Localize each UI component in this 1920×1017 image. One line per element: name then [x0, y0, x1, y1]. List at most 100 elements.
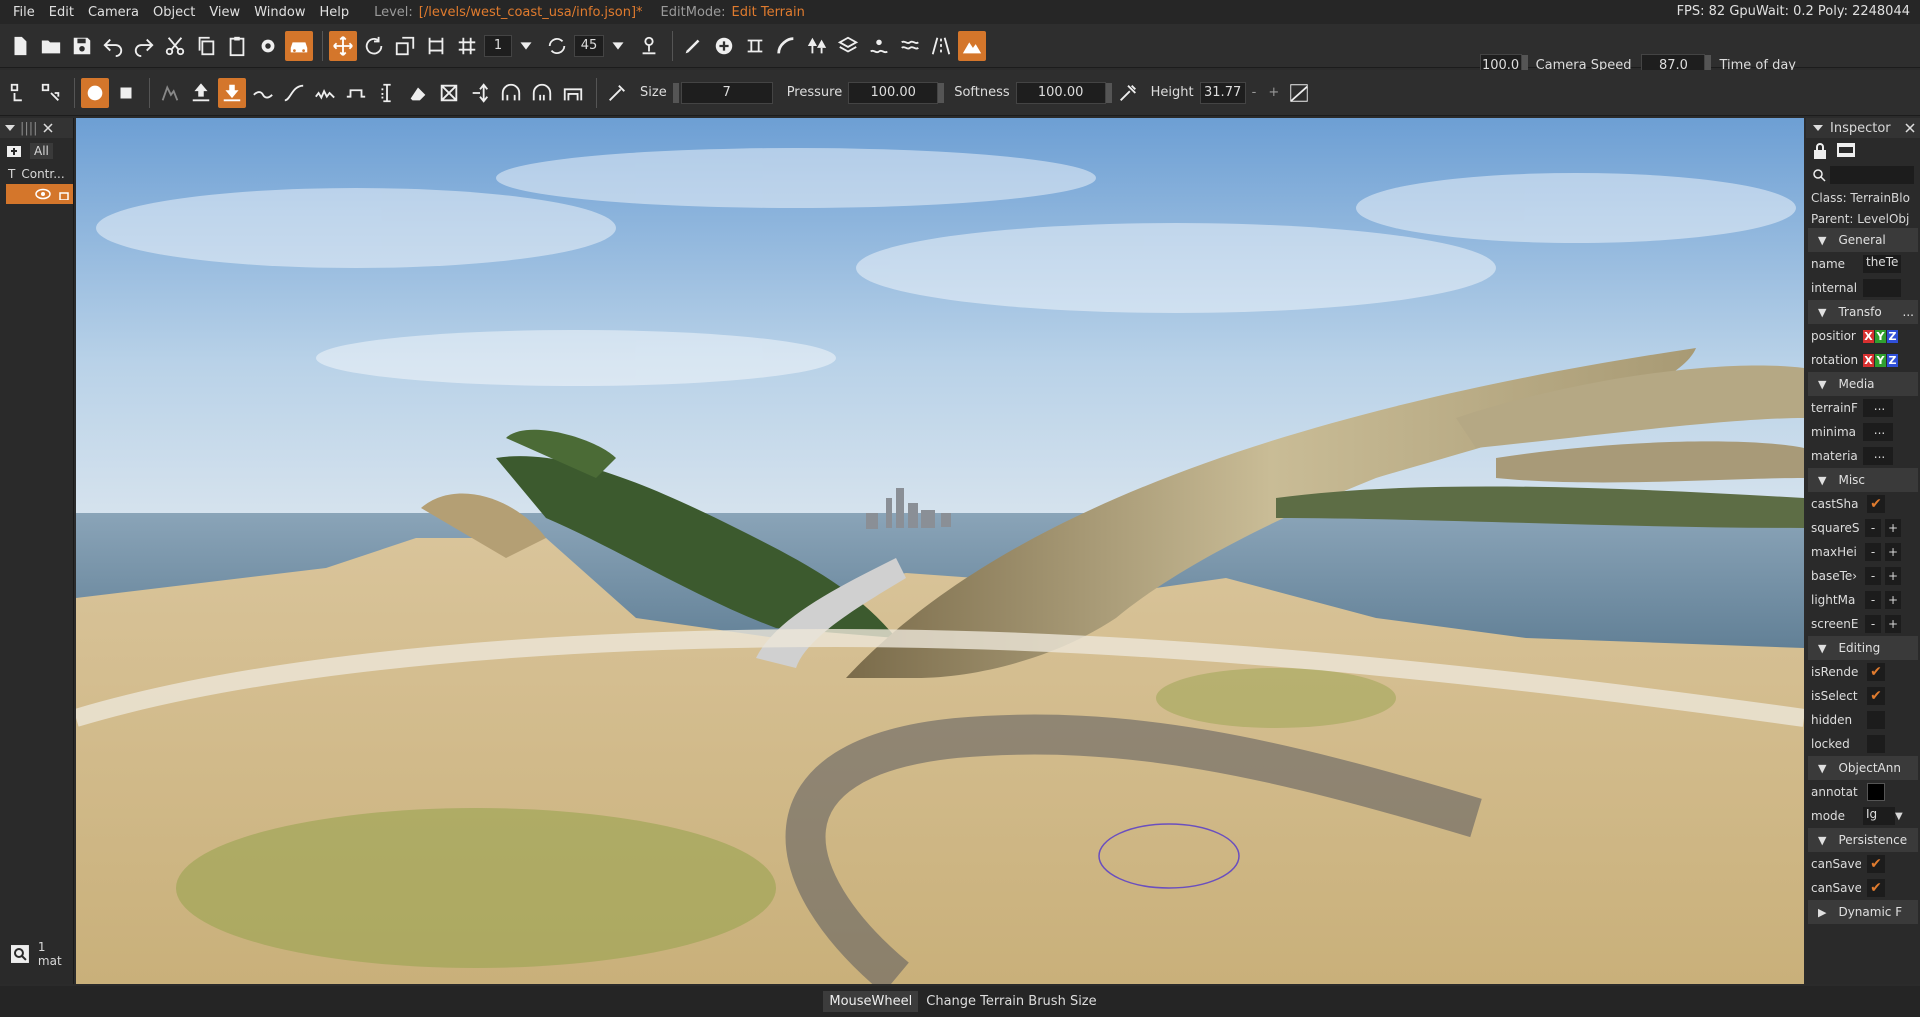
screenerr-decrease[interactable]: - — [1865, 615, 1881, 633]
collapse-icon[interactable] — [1812, 122, 1824, 134]
menu-camera[interactable]: Camera — [81, 5, 146, 20]
move-gizmo-icon[interactable] — [329, 30, 357, 61]
adjust-height-icon[interactable] — [466, 78, 494, 108]
add-group-icon[interactable] — [6, 143, 22, 159]
height-input[interactable]: 31.77 — [1199, 81, 1246, 104]
forest-icon[interactable] — [803, 31, 831, 61]
save-icon[interactable] — [68, 31, 96, 61]
squaresize-increase[interactable]: + — [1885, 519, 1901, 537]
section-media[interactable]: ▼ Media — [1808, 372, 1918, 396]
field-internal-input[interactable] — [1863, 279, 1901, 297]
menu-file[interactable]: File — [6, 5, 42, 20]
material-button[interactable]: ... — [1863, 447, 1893, 465]
tree-row[interactable]: T Contr... — [0, 164, 73, 184]
softness-input[interactable]: 100.00 — [1015, 81, 1106, 104]
locked-checkbox[interactable] — [1867, 735, 1885, 753]
restore-terrain-icon[interactable] — [435, 78, 463, 108]
rotate-gizmo-icon[interactable] — [360, 31, 388, 61]
drop-to-ground-icon[interactable] — [635, 31, 663, 61]
scale-gizmo-icon[interactable] — [391, 31, 419, 61]
pressure-slider[interactable] — [938, 82, 945, 103]
castshadows-checkbox[interactable]: ✔ — [1867, 495, 1885, 513]
chevron-down-icon[interactable] — [604, 31, 632, 61]
river-icon[interactable] — [865, 31, 893, 61]
redo-icon[interactable] — [130, 31, 158, 61]
rotate-snap-icon[interactable] — [543, 31, 571, 61]
paste-icon[interactable] — [223, 31, 251, 61]
add-grid-icon[interactable] — [37, 78, 65, 108]
close-icon[interactable] — [42, 122, 54, 134]
section-misc[interactable]: ▼ Misc — [1808, 468, 1918, 492]
minimap-button[interactable]: ... — [1863, 423, 1893, 441]
terrain-arch2-icon[interactable] — [528, 78, 556, 108]
section-transform[interactable]: ▼ Transfo... — [1808, 300, 1918, 324]
smooth-icon[interactable] — [249, 78, 277, 108]
position-axes[interactable]: XYZ — [1863, 329, 1898, 343]
section-general[interactable]: ▼ General — [1808, 228, 1918, 252]
settings-gear-icon[interactable] — [254, 31, 282, 61]
3d-viewport[interactable] — [76, 118, 1804, 984]
isrender-checkbox[interactable]: ✔ — [1867, 663, 1885, 681]
section-dynamic-fields[interactable]: ▶ Dynamic F — [1808, 900, 1918, 924]
terrain-editor-icon[interactable] — [958, 30, 986, 61]
transform-more-button[interactable]: ... — [1903, 305, 1914, 319]
menu-edit[interactable]: Edit — [42, 5, 81, 20]
mesh-road-icon[interactable] — [772, 31, 800, 61]
terrain-arch3-icon[interactable] — [559, 78, 587, 108]
chevron-down-icon[interactable]: ▼ — [1895, 811, 1903, 822]
cansave-checkbox[interactable]: ✔ — [1867, 855, 1885, 873]
basetex-increase[interactable]: + — [1885, 567, 1901, 585]
maxheight-increase[interactable]: + — [1885, 543, 1901, 561]
pencil-icon[interactable] — [679, 31, 707, 61]
lightmap-decrease[interactable]: - — [1865, 591, 1881, 609]
cansave-dynamic-checkbox[interactable]: ✔ — [1867, 879, 1885, 897]
collapse-icon[interactable] — [4, 122, 16, 134]
eye-icon[interactable] — [35, 188, 51, 200]
close-icon[interactable] — [1904, 122, 1916, 134]
section-editing[interactable]: ▼ Editing — [1808, 636, 1918, 660]
paint-noise-icon[interactable] — [311, 78, 339, 108]
select-terrain-icon[interactable] — [156, 78, 184, 108]
smooth-slope-icon[interactable] — [280, 78, 308, 108]
search-icon[interactable] — [10, 944, 30, 964]
align-icon[interactable] — [422, 31, 450, 61]
height-decrease-button[interactable]: - — [1252, 85, 1257, 100]
section-object-annotation[interactable]: ▼ ObjectAnn — [1808, 756, 1918, 780]
rotate-snap-value[interactable]: 45 — [574, 34, 604, 57]
new-file-icon[interactable] — [6, 31, 34, 61]
menu-help[interactable]: Help — [312, 5, 356, 20]
flatten-icon[interactable] — [342, 78, 370, 108]
height-increase-button[interactable]: + — [1268, 85, 1279, 100]
add-object-icon[interactable] — [710, 31, 738, 61]
squaresize-decrease[interactable]: - — [1865, 519, 1881, 537]
tree-row-selected[interactable] — [6, 184, 73, 204]
menu-view[interactable]: View — [202, 5, 247, 20]
hidden-checkbox[interactable] — [1867, 711, 1885, 729]
inspector-search-input[interactable] — [1830, 166, 1914, 184]
lock-icon[interactable] — [59, 188, 69, 200]
set-height-icon[interactable] — [373, 78, 401, 108]
maxheight-decrease[interactable]: - — [1865, 543, 1881, 561]
undo-icon[interactable] — [99, 31, 127, 61]
terrain-scene[interactable] — [76, 118, 1804, 984]
size-input[interactable]: 7 — [680, 81, 773, 104]
screenerr-increase[interactable]: + — [1885, 615, 1901, 633]
mode-select[interactable]: Ig — [1863, 807, 1895, 825]
grid-snap-icon[interactable] — [453, 31, 481, 61]
cut-icon[interactable] — [161, 31, 189, 61]
menu-window[interactable]: Window — [247, 5, 312, 20]
layers-icon[interactable] — [834, 31, 862, 61]
lock-icon[interactable] — [1812, 142, 1828, 160]
annotation-color-swatch[interactable] — [1867, 783, 1885, 801]
water-icon[interactable] — [896, 31, 924, 61]
decal-road-icon[interactable] — [927, 31, 955, 61]
filter-all-button[interactable]: All — [30, 143, 53, 159]
terrain-file-button[interactable]: ... — [1863, 399, 1893, 417]
brush-circle-icon[interactable] — [81, 77, 109, 108]
lightmap-increase[interactable]: + — [1885, 591, 1901, 609]
chevron-down-icon[interactable] — [512, 31, 540, 61]
copy-icon[interactable] — [192, 31, 220, 61]
new-window-icon[interactable] — [1836, 142, 1856, 158]
select-grid-icon[interactable] — [6, 78, 34, 108]
raise-height-icon[interactable] — [187, 78, 215, 108]
